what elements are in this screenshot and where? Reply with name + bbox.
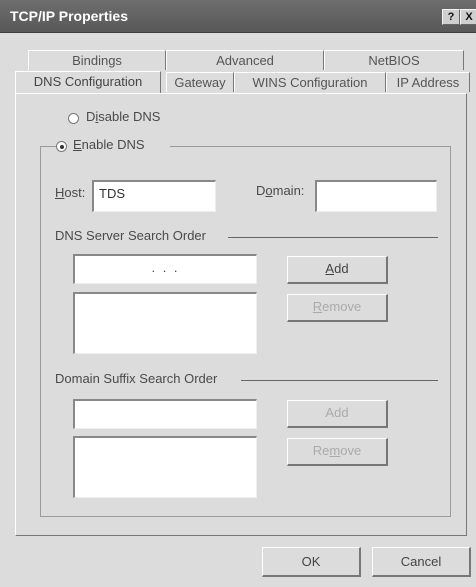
tab-gateway[interactable]: Gateway	[166, 72, 234, 92]
domain-suffix-order-label: Domain Suffix Search Order	[55, 371, 218, 386]
tab-dns-configuration[interactable]: DNS Configuration	[15, 71, 161, 93]
group-border-right	[450, 146, 451, 517]
window-title: TCP/IP Properties	[10, 8, 129, 24]
host-input[interactable]: TDS	[92, 180, 216, 212]
radio-dot-icon	[60, 145, 64, 149]
cancel-button[interactable]: Cancel	[372, 547, 471, 577]
dns-server-order-label: DNS Server Search Order	[55, 228, 206, 243]
tab-netbios[interactable]: NetBIOS	[324, 50, 464, 70]
domain-suffix-input[interactable]	[73, 399, 257, 429]
group-border-bottom	[40, 516, 451, 517]
domain-input[interactable]	[315, 180, 437, 212]
disable-dns-label[interactable]: Disable DNS	[86, 109, 160, 124]
tab-wins-configuration[interactable]: WINS Configuration	[234, 72, 386, 92]
group-border-left	[40, 146, 41, 516]
ok-button[interactable]: OK	[262, 547, 361, 577]
remove-dns-server-button[interactable]: Remove	[287, 294, 388, 322]
domain-suffix-list[interactable]	[73, 436, 257, 498]
add-dns-server-button[interactable]: Add	[287, 256, 388, 284]
separator-line	[228, 237, 438, 238]
close-button[interactable]: X	[460, 9, 476, 25]
host-label: Host:	[55, 185, 86, 200]
separator-line	[241, 380, 438, 381]
domain-label: Domain:	[256, 183, 305, 198]
remove-domain-suffix-button[interactable]: Remove	[287, 438, 388, 466]
add-domain-suffix-button[interactable]: Add	[287, 400, 388, 428]
disable-dns-radio[interactable]	[68, 113, 79, 124]
enable-dns-radio[interactable]	[56, 141, 67, 152]
tab-bindings[interactable]: Bindings	[28, 50, 166, 70]
tab-ip-address[interactable]: IP Address	[386, 72, 470, 92]
enable-dns-label[interactable]: Enable DNS	[73, 137, 145, 152]
dns-server-ip-input[interactable]: . . .	[73, 254, 257, 284]
tab-advanced[interactable]: Advanced	[166, 50, 324, 70]
help-button[interactable]: ?	[442, 9, 460, 25]
dns-server-list[interactable]	[73, 292, 257, 354]
